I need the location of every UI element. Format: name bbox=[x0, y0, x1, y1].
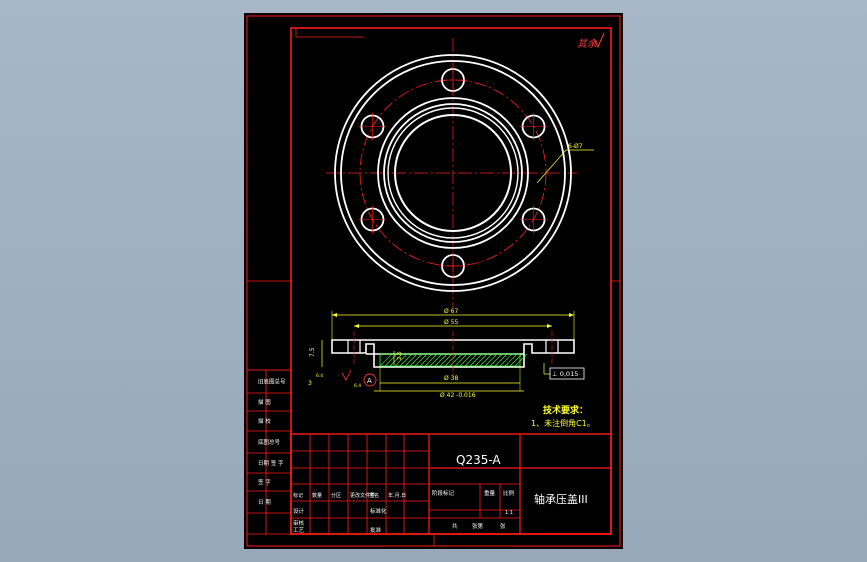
surface-mark-2: 6.4 bbox=[354, 383, 361, 389]
roughness-mark-icon bbox=[341, 369, 352, 381]
scale-header: 比例 bbox=[503, 489, 515, 497]
left-col-label-1: 描 图 bbox=[258, 398, 271, 406]
sheet-no: 张第 bbox=[472, 522, 484, 530]
design-label: 设计 bbox=[293, 507, 305, 515]
drawing-canvas: 其余 6-Ø7 Ø 67 Ø 55 7.5 2.5 3 6.4 6.4 Ø 38… bbox=[246, 15, 621, 547]
hole-dia-label: 6-Ø7 bbox=[568, 143, 583, 150]
drawing-sheet: 其余 6-Ø7 Ø 67 Ø 55 7.5 2.5 3 6.4 6.4 Ø 38… bbox=[244, 13, 623, 549]
bore-dim-label: Ø 38 bbox=[444, 375, 458, 382]
perp-tolerance: ⊥ 0,015 bbox=[552, 370, 578, 378]
roughness-stamp: 其余 bbox=[577, 38, 599, 50]
sheet-total: 共 bbox=[452, 522, 458, 530]
left-col-label-4: 日期 签 字 bbox=[258, 459, 284, 467]
left-col-label-5: 签 字 bbox=[258, 478, 271, 486]
mark-row-4: 签名 bbox=[369, 492, 379, 499]
thickness-dim-label: 3 bbox=[308, 380, 312, 387]
height-dim-label: 7.5 bbox=[309, 347, 316, 357]
approve-label: 批准 bbox=[370, 526, 382, 534]
section-view: Ø 67 Ø 55 7.5 2.5 3 6.4 6.4 Ø 38 Ø 42 -0… bbox=[308, 308, 585, 399]
tech-req-title: 技术要求： bbox=[543, 404, 588, 416]
datum-label: A bbox=[367, 377, 372, 385]
mark-row-1: 数量 bbox=[312, 492, 322, 499]
left-col-label-6: 日 期 bbox=[258, 499, 271, 506]
review-label: 审核 bbox=[293, 519, 305, 527]
od-dim-label: Ø 67 bbox=[444, 308, 458, 315]
title-block: 旧底图总号描 图描 校底图总号日期 签 字签 字日 期 标记 数量 分区 更改文件号签… bbox=[247, 369, 612, 535]
bolt-circle-dim-label: Ø 55 bbox=[444, 319, 458, 326]
process-label: 工艺 bbox=[293, 527, 305, 534]
sheet-suffix: 张 bbox=[500, 522, 506, 530]
mark-row-5: 年.月.日 bbox=[388, 492, 406, 499]
standardization-label: 标准化 bbox=[370, 507, 387, 515]
surface-mark-1: 6.4 bbox=[316, 373, 323, 379]
spigot-dim-label: Ø 42 -0.016 bbox=[440, 392, 476, 399]
mark-row-2: 分区 bbox=[331, 492, 341, 499]
outer-border bbox=[246, 15, 621, 547]
weight-label: 重量 bbox=[484, 489, 496, 497]
tech-req-item-1: 1、未注倒角C1。 bbox=[531, 418, 595, 428]
step-dim-label: 2.5 bbox=[397, 351, 403, 360]
left-col-label-2: 描 校 bbox=[258, 417, 271, 425]
material-label: Q235-A bbox=[456, 453, 501, 467]
left-col-label-3: 底图总号 bbox=[258, 438, 281, 446]
part-name-label: 轴承压盖III bbox=[534, 492, 588, 506]
stage-label: 阶段标记 bbox=[432, 489, 455, 497]
mark-row-0: 标记 bbox=[293, 492, 303, 499]
plan-view: 6-Ø7 bbox=[326, 38, 594, 308]
scale-value: 1:1 bbox=[505, 510, 513, 516]
left-col-label-0: 旧底图总号 bbox=[258, 378, 286, 386]
